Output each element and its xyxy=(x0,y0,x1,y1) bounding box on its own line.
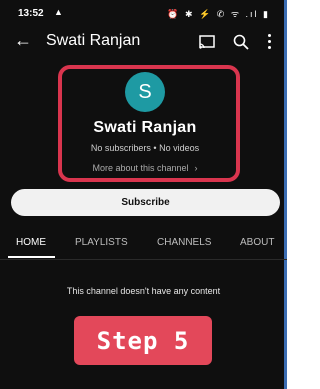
notification-icon: ▲ xyxy=(54,7,63,17)
step-badge: Step 5 xyxy=(74,316,212,365)
highlight-box xyxy=(58,65,240,182)
divider xyxy=(0,259,287,260)
tab-playlists[interactable]: PLAYLISTS xyxy=(75,237,128,248)
system-status-icons: ⏰ ✱ ⚡ ✆ ᯤ .ıl ▮ xyxy=(167,9,270,19)
back-arrow-icon[interactable]: ← xyxy=(14,31,32,49)
active-tab-indicator xyxy=(8,256,55,258)
tab-channels[interactable]: CHANNELS xyxy=(157,237,211,248)
more-vert-icon[interactable] xyxy=(268,34,272,50)
page-title: Swati Ranjan xyxy=(46,32,141,49)
search-icon[interactable] xyxy=(233,34,249,50)
status-bar: 13:52 ▲ ⏰ ✱ ⚡ ✆ ᯤ .ıl ▮ xyxy=(0,0,284,26)
phone-screen: 13:52 ▲ ⏰ ✱ ⚡ ✆ ᯤ .ıl ▮ ← Swati Ranjan S… xyxy=(0,0,287,389)
status-time: 13:52 xyxy=(18,8,44,19)
cast-icon[interactable] xyxy=(199,35,215,49)
subscribe-button[interactable]: Subscribe xyxy=(11,189,280,216)
tab-home[interactable]: HOME xyxy=(16,237,46,248)
app-bar: ← Swati Ranjan xyxy=(0,26,284,60)
tab-about[interactable]: ABOUT xyxy=(240,237,274,248)
empty-state-message: This channel doesn't have any content xyxy=(66,286,221,296)
channel-tabs: HOME PLAYLISTS CHANNELS ABOUT xyxy=(0,231,287,259)
